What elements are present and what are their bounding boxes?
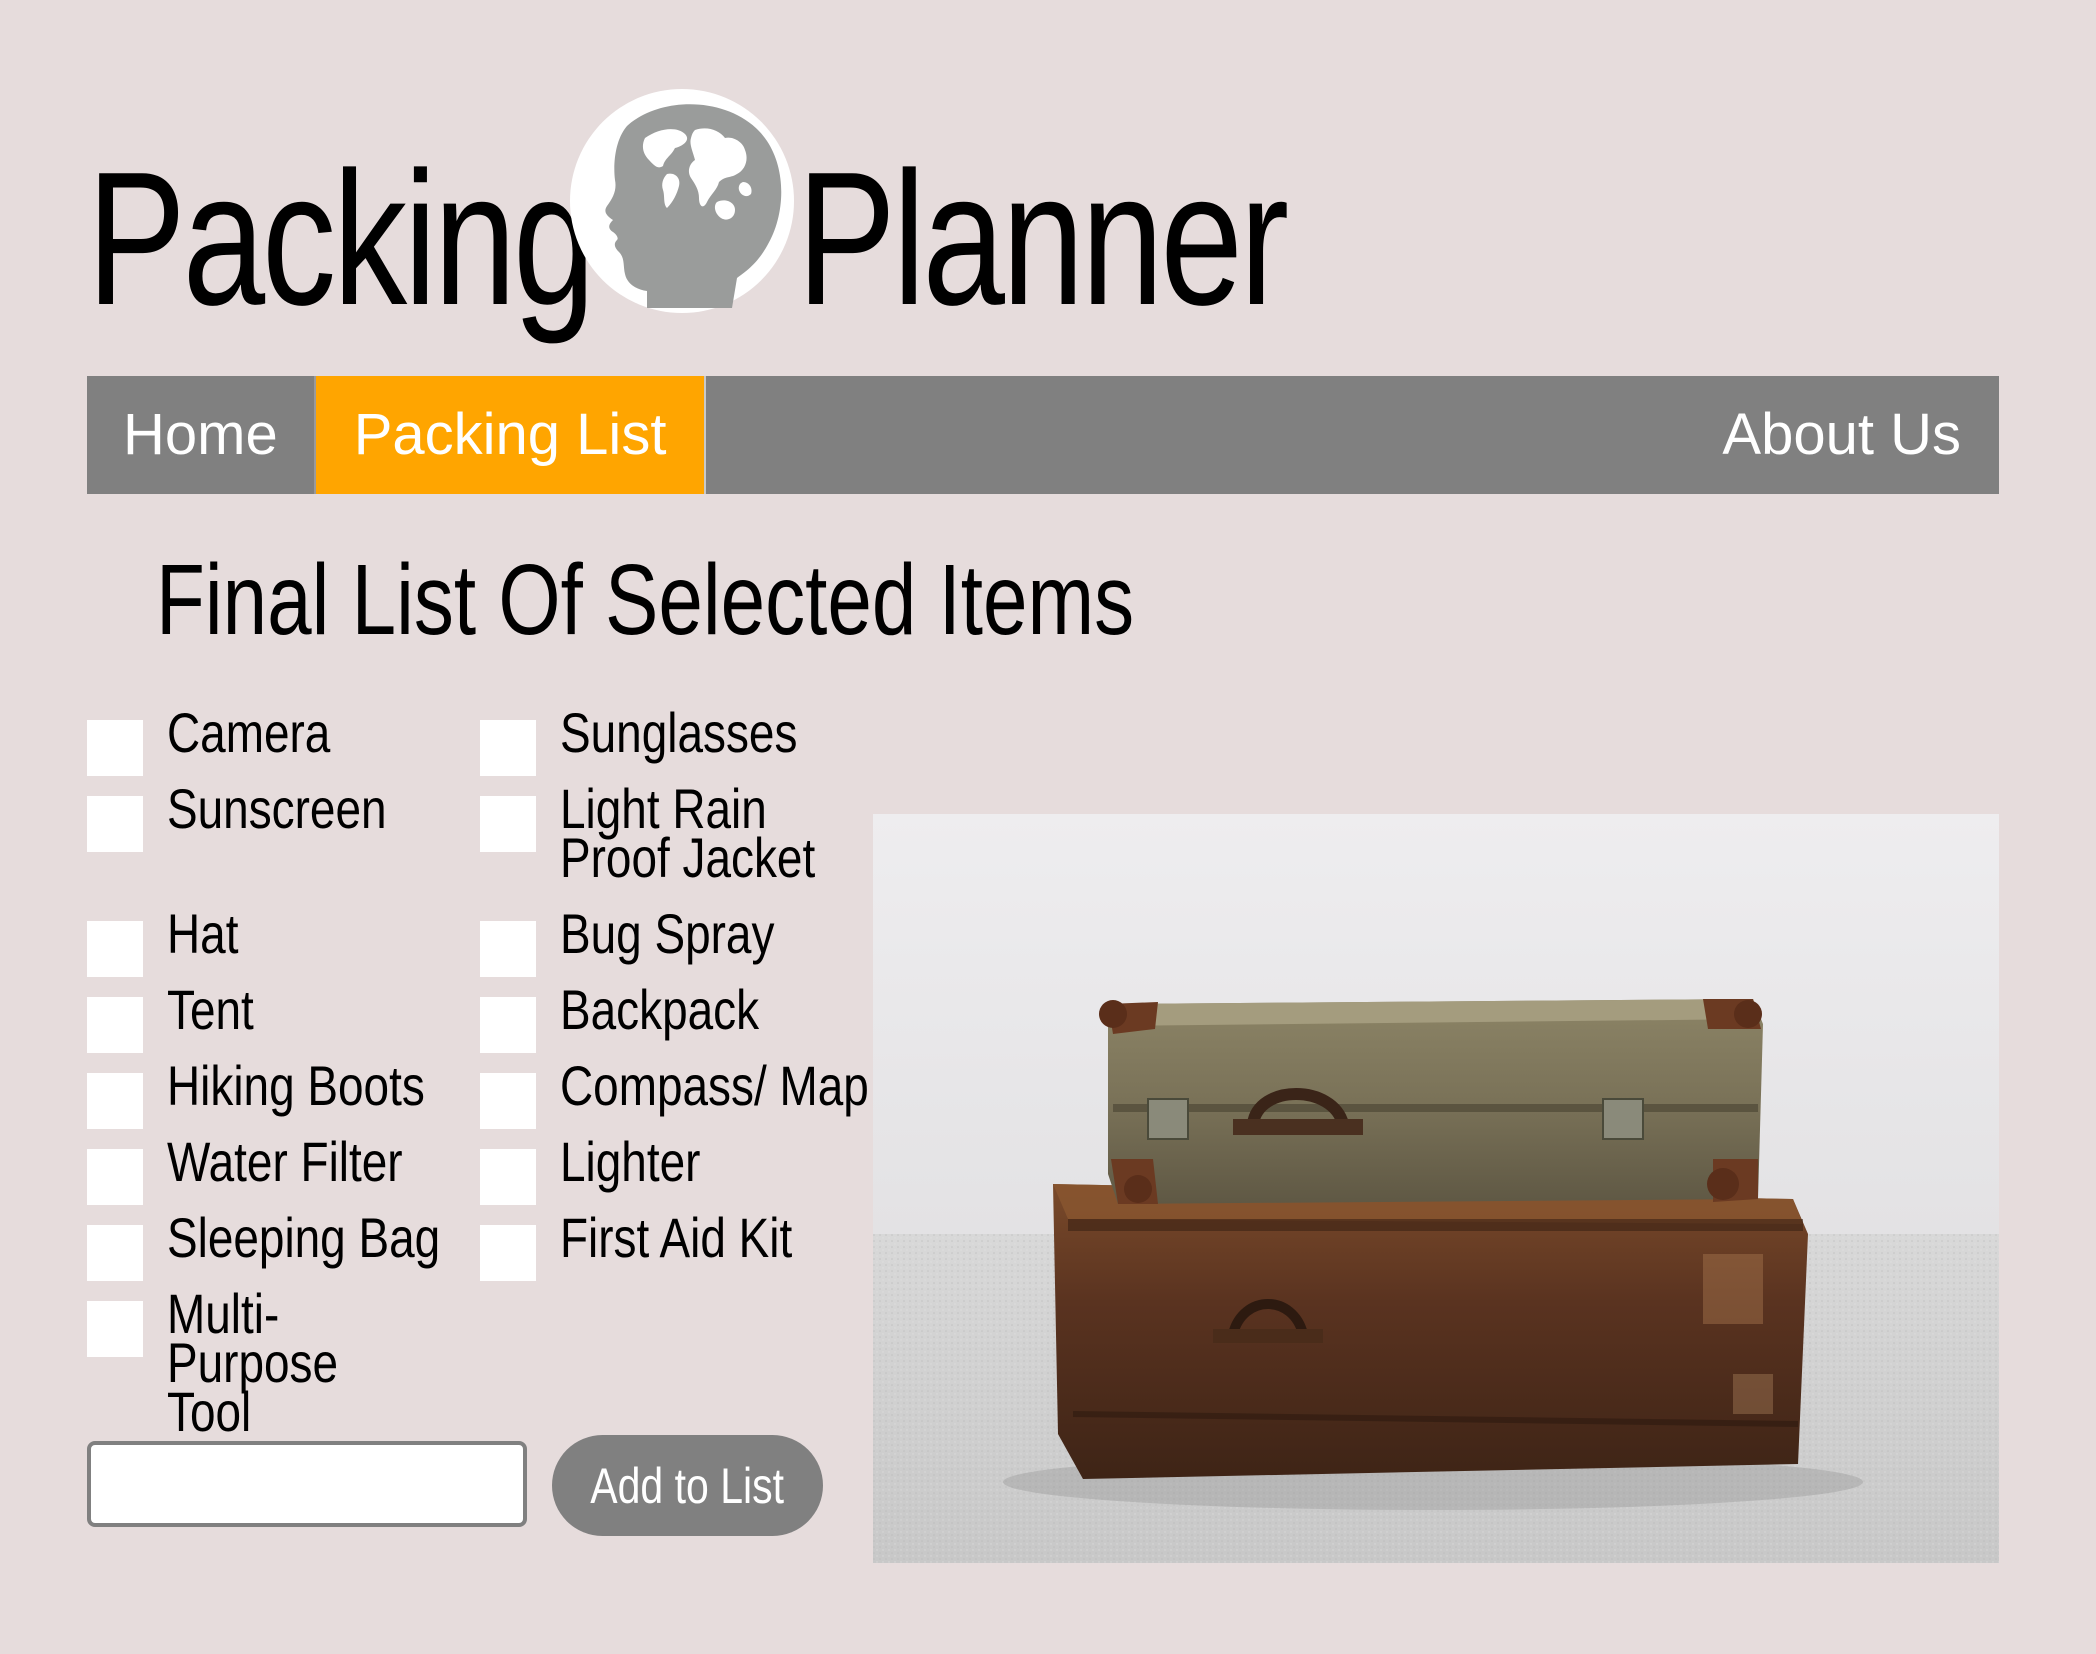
item-checkbox[interactable] xyxy=(87,720,143,776)
nav-home[interactable]: Home xyxy=(87,376,316,494)
nav-about-us[interactable]: About Us xyxy=(1686,376,1999,494)
item-checkbox[interactable] xyxy=(87,1301,143,1357)
item-label: Hat xyxy=(167,902,239,965)
item-label: Multi-Purpose Tool xyxy=(167,1282,339,1443)
item-label: Tent xyxy=(167,978,254,1041)
item-checkbox[interactable] xyxy=(87,921,143,977)
item-checkbox[interactable] xyxy=(480,796,536,852)
page: Packing Planner Home Packing List About … xyxy=(0,0,2096,1654)
item-label: Lighter xyxy=(560,1130,701,1193)
globe-head-icon xyxy=(567,86,797,316)
item-label: Sunscreen xyxy=(167,777,387,840)
item-checkbox[interactable] xyxy=(480,1225,536,1281)
site-title-packing: Packing xyxy=(87,133,596,345)
site-title-planner: Planner xyxy=(797,133,1289,345)
item-label: Sunglasses xyxy=(560,701,798,764)
item-checkbox[interactable] xyxy=(480,720,536,776)
nav-packing-list[interactable]: Packing List xyxy=(315,376,707,494)
item-label: Sleeping Bag xyxy=(167,1206,441,1269)
item-label: Hiking Boots xyxy=(167,1054,425,1117)
add-to-list-label: Add to List xyxy=(590,1457,785,1514)
page-title: Final List Of Selected Items xyxy=(156,544,1135,656)
item-label: Camera xyxy=(167,701,331,764)
item-checkbox[interactable] xyxy=(87,1149,143,1205)
item-label: Backpack xyxy=(560,978,760,1041)
item-label: Compass/ Map xyxy=(560,1054,869,1117)
main-nav: Home Packing List About Us xyxy=(87,376,1999,494)
item-checkbox[interactable] xyxy=(87,997,143,1053)
item-label: First Aid Kit xyxy=(560,1206,793,1269)
item-checkbox[interactable] xyxy=(87,1225,143,1281)
add-to-list-button[interactable]: Add to List xyxy=(552,1435,823,1536)
item-checkbox[interactable] xyxy=(480,997,536,1053)
item-checkbox[interactable] xyxy=(480,1149,536,1205)
new-item-input[interactable] xyxy=(87,1441,527,1527)
item-checkbox[interactable] xyxy=(480,921,536,977)
item-checkbox[interactable] xyxy=(480,1073,536,1129)
stacked-vintage-suitcases-image xyxy=(873,814,1999,1563)
item-checkbox[interactable] xyxy=(87,1073,143,1129)
site-header: Packing Planner xyxy=(87,86,1327,346)
item-label: Bug Spray xyxy=(560,902,775,965)
item-checkbox[interactable] xyxy=(87,796,143,852)
item-label: Water Filter xyxy=(167,1130,403,1193)
item-label: Light Rain Proof Jacket xyxy=(560,777,816,889)
